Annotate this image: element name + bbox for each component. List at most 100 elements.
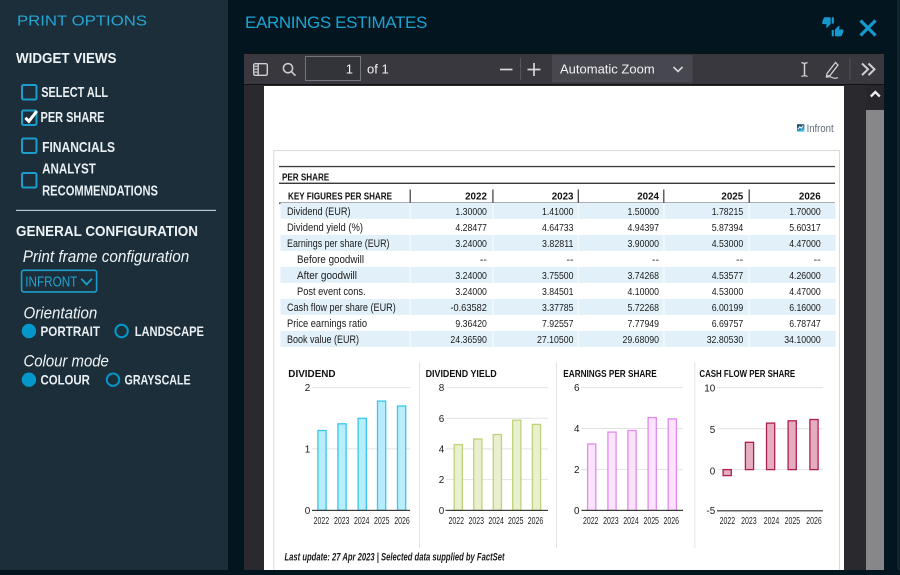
svg-text:Earnings per share (EUR): Earnings per share (EUR) — [287, 238, 390, 250]
svg-text:2023: 2023 — [741, 516, 757, 527]
svg-text:Dividend yield (%): Dividend yield (%) — [287, 222, 363, 234]
svg-text:--: -- — [480, 255, 487, 266]
svg-text:DIVIDEND: DIVIDEND — [288, 369, 335, 380]
svg-text:After goodwill: After goodwill — [297, 270, 357, 282]
svg-text:3.24000: 3.24000 — [455, 271, 487, 282]
svg-text:9.36420: 9.36420 — [455, 319, 487, 330]
svg-text:2026: 2026 — [799, 192, 821, 203]
svg-text:GRAYSCALE: GRAYSCALE — [125, 372, 191, 388]
svg-text:DIVIDEND YIELD: DIVIDEND YIELD — [426, 369, 497, 380]
svg-text:4.53000: 4.53000 — [712, 239, 744, 250]
svg-text:2: 2 — [574, 465, 580, 476]
svg-text:Price earnings ratio: Price earnings ratio — [287, 318, 367, 330]
svg-text:0: 0 — [305, 506, 311, 517]
svg-text:PORTRAIT: PORTRAIT — [41, 323, 101, 339]
svg-text:SELECT ALL: SELECT ALL — [41, 84, 108, 101]
svg-text:2022: 2022 — [720, 516, 736, 527]
svg-text:3.84501: 3.84501 — [542, 287, 574, 298]
svg-text:--: -- — [567, 255, 574, 266]
svg-text:32.80530: 32.80530 — [707, 335, 744, 346]
svg-text:6.00199: 6.00199 — [712, 303, 744, 314]
svg-text:2026: 2026 — [806, 516, 822, 527]
svg-text:4.47000: 4.47000 — [789, 287, 821, 298]
svg-text:8: 8 — [439, 383, 445, 394]
svg-text:2026: 2026 — [394, 516, 410, 527]
svg-text:2023: 2023 — [552, 192, 574, 203]
svg-text:2022: 2022 — [314, 516, 330, 527]
svg-text:2024: 2024 — [488, 516, 504, 527]
svg-text:--: -- — [814, 255, 821, 266]
svg-text:6: 6 — [574, 383, 580, 394]
svg-text:2023: 2023 — [469, 516, 485, 527]
svg-text:3.82811: 3.82811 — [542, 239, 574, 250]
svg-text:1.50000: 1.50000 — [628, 207, 660, 218]
svg-text:0: 0 — [710, 467, 716, 478]
svg-text:2026: 2026 — [528, 516, 544, 527]
svg-text:GENERAL CONFIGURATION: GENERAL CONFIGURATION — [16, 223, 198, 240]
svg-text:Orientation: Orientation — [24, 304, 98, 323]
svg-text:2022: 2022 — [449, 516, 465, 527]
svg-text:COLOUR: COLOUR — [41, 372, 90, 388]
svg-text:2022: 2022 — [465, 192, 487, 203]
svg-text:PER SHARE: PER SHARE — [41, 109, 105, 126]
svg-text:Colour mode: Colour mode — [24, 351, 109, 370]
svg-text:INFRONT: INFRONT — [25, 274, 77, 291]
svg-text:CASH FLOW PER SHARE: CASH FLOW PER SHARE — [699, 369, 795, 380]
svg-text:of 1: of 1 — [367, 62, 389, 77]
svg-text:4: 4 — [574, 424, 580, 435]
svg-text:RECOMMENDATIONS: RECOMMENDATIONS — [42, 183, 158, 200]
svg-text:6.69757: 6.69757 — [712, 319, 744, 330]
svg-text:0: 0 — [439, 506, 445, 517]
svg-text:10: 10 — [704, 383, 715, 394]
svg-text:6.16000: 6.16000 — [789, 303, 821, 314]
svg-text:1.78215: 1.78215 — [712, 207, 744, 218]
svg-text:2024: 2024 — [623, 516, 639, 527]
svg-text:4.53577: 4.53577 — [712, 271, 744, 282]
svg-text:Infront: Infront — [807, 123, 834, 135]
svg-text:4.10000: 4.10000 — [628, 287, 660, 298]
svg-text:Cash flow per share (EUR): Cash flow per share (EUR) — [287, 302, 396, 314]
svg-text:2025: 2025 — [643, 516, 659, 527]
svg-text:1: 1 — [346, 62, 353, 77]
svg-text:2024: 2024 — [354, 516, 370, 527]
svg-text:5.87394: 5.87394 — [712, 223, 744, 234]
svg-text:4.94397: 4.94397 — [628, 223, 660, 234]
svg-text:2025: 2025 — [508, 516, 524, 527]
svg-text:-5: -5 — [706, 506, 715, 517]
svg-text:3.37785: 3.37785 — [542, 303, 574, 314]
svg-text:4.26000: 4.26000 — [789, 271, 821, 282]
svg-text:24.36590: 24.36590 — [450, 335, 487, 346]
svg-text:Automatic Zoom: Automatic Zoom — [560, 62, 655, 77]
svg-text:PRINT OPTIONS: PRINT OPTIONS — [17, 13, 147, 30]
svg-text:0: 0 — [574, 506, 580, 517]
svg-text:2026: 2026 — [664, 516, 680, 527]
svg-text:2025: 2025 — [785, 516, 801, 527]
svg-text:1: 1 — [305, 444, 311, 455]
svg-text:-0.63582: -0.63582 — [450, 303, 487, 314]
svg-text:7.92557: 7.92557 — [542, 319, 574, 330]
svg-text:--: -- — [736, 255, 743, 266]
svg-text:2023: 2023 — [334, 516, 350, 527]
svg-text:5: 5 — [710, 425, 716, 436]
svg-text:LANDSCAPE: LANDSCAPE — [135, 323, 204, 339]
svg-text:27.10500: 27.10500 — [537, 335, 574, 346]
svg-text:2025: 2025 — [374, 516, 390, 527]
svg-text:FINANCIALS: FINANCIALS — [42, 139, 115, 156]
svg-text:5.60317: 5.60317 — [789, 223, 821, 234]
svg-text:4.28477: 4.28477 — [455, 223, 487, 234]
svg-text:2025: 2025 — [721, 192, 743, 203]
svg-text:ANALYST: ANALYST — [42, 161, 96, 178]
svg-text:1.70000: 1.70000 — [789, 207, 821, 218]
svg-text:4: 4 — [439, 444, 445, 455]
svg-text:3.75500: 3.75500 — [542, 271, 574, 282]
svg-text:3.24000: 3.24000 — [455, 239, 487, 250]
svg-text:6.78747: 6.78747 — [789, 319, 821, 330]
svg-text:Post event cons.: Post event cons. — [297, 286, 366, 298]
svg-text:2024: 2024 — [764, 516, 780, 527]
svg-text:Book value (EUR): Book value (EUR) — [287, 334, 359, 346]
svg-text:1.41000: 1.41000 — [542, 207, 574, 218]
svg-text:PER SHARE: PER SHARE — [282, 172, 330, 183]
svg-text:Before goodwill: Before goodwill — [297, 254, 364, 266]
svg-text:--: -- — [652, 255, 659, 266]
svg-text:34.10000: 34.10000 — [784, 335, 821, 346]
